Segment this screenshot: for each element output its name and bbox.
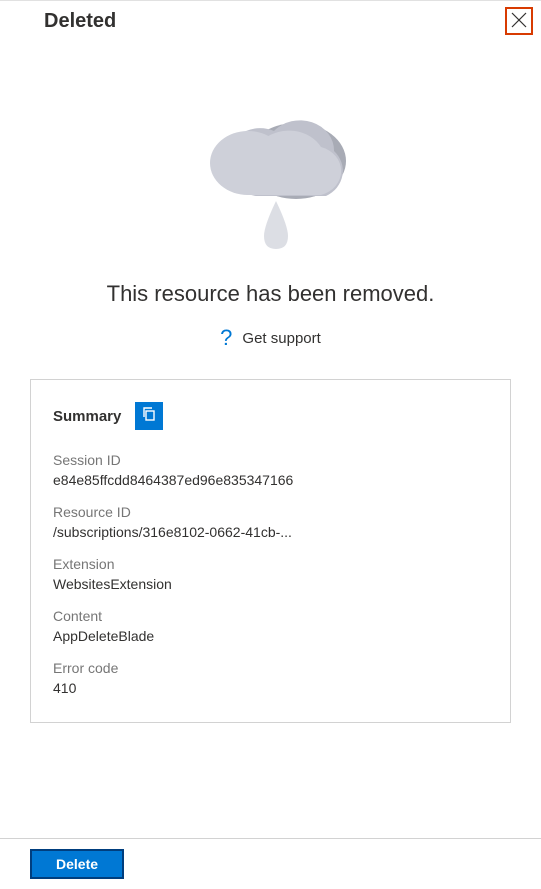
field-value: 410 xyxy=(53,680,488,696)
close-icon xyxy=(511,12,527,31)
delete-button[interactable]: Delete xyxy=(30,849,124,879)
field-value: e84e85ffcdd8464387ed96e835347166 xyxy=(53,472,488,488)
field-label: Resource ID xyxy=(53,504,488,520)
get-support-link[interactable]: ? Get support xyxy=(220,325,321,351)
field-label: Content xyxy=(53,608,488,624)
field-value: WebsitesExtension xyxy=(53,576,488,592)
field-label: Extension xyxy=(53,556,488,572)
field-resource-id: Resource ID /subscriptions/316e8102-0662… xyxy=(53,504,488,540)
field-content: Content AppDeleteBlade xyxy=(53,608,488,644)
summary-box: Summary Session ID e84e85ffcdd8464387ed9… xyxy=(30,379,511,723)
summary-title: Summary xyxy=(53,408,121,425)
panel-header: Deleted xyxy=(0,0,541,41)
field-label: Error code xyxy=(53,660,488,676)
cloud-rain-icon xyxy=(186,91,356,261)
field-extension: Extension WebsitesExtension xyxy=(53,556,488,592)
get-support-label: Get support xyxy=(242,330,320,347)
copy-icon xyxy=(141,406,157,427)
field-value: AppDeleteBlade xyxy=(53,628,488,644)
copy-button[interactable] xyxy=(135,402,163,430)
field-label: Session ID xyxy=(53,452,488,468)
close-button[interactable] xyxy=(505,7,533,35)
field-error-code: Error code 410 xyxy=(53,660,488,696)
field-session-id: Session ID e84e85ffcdd8464387ed96e835347… xyxy=(53,452,488,488)
field-value: /subscriptions/316e8102-0662-41cb-... xyxy=(53,524,488,540)
panel-footer: Delete xyxy=(0,838,541,889)
removed-message: This resource has been removed. xyxy=(107,281,435,307)
help-icon: ? xyxy=(220,325,232,351)
summary-header: Summary xyxy=(53,402,488,430)
panel-content: This resource has been removed. ? Get su… xyxy=(0,41,541,743)
panel-title: Deleted xyxy=(44,10,116,33)
